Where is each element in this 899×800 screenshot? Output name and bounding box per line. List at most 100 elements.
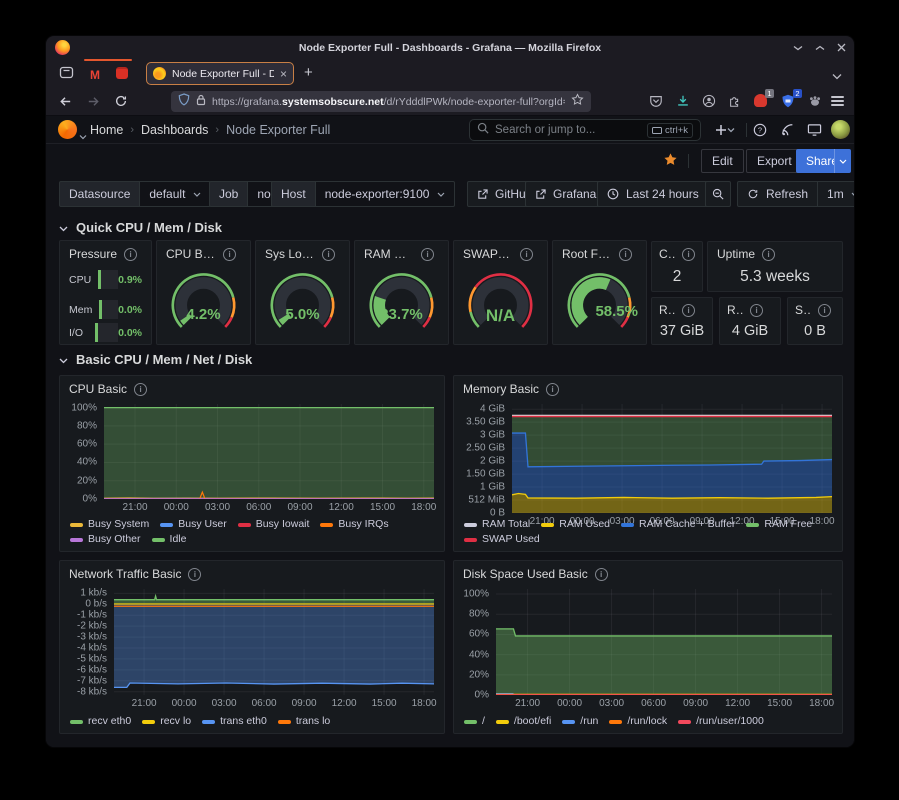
monitor-icon[interactable] bbox=[807, 123, 822, 142]
info-icon[interactable] bbox=[750, 304, 763, 317]
section-basic-cpu-mem-net-disk[interactable]: Basic CPU / Mem / Net / Disk bbox=[59, 351, 252, 367]
legend-item[interactable]: Busy Iowait bbox=[238, 517, 310, 532]
forward-icon[interactable] bbox=[86, 94, 101, 114]
info-icon[interactable] bbox=[595, 568, 608, 581]
legend-item[interactable]: trans lo bbox=[278, 714, 330, 729]
pinned-tab-gmail[interactable]: M bbox=[90, 66, 100, 84]
plot-area[interactable] bbox=[104, 404, 434, 499]
grafana-link-button[interactable]: Grafana bbox=[525, 181, 606, 207]
grafana-logo[interactable] bbox=[58, 120, 77, 139]
active-tab[interactable]: Node Exporter Full - Dashbo × bbox=[146, 62, 294, 85]
legend-item[interactable]: SWAP Used bbox=[464, 532, 540, 547]
add-icon[interactable] bbox=[714, 123, 736, 142]
edit-button[interactable]: Edit bbox=[701, 149, 744, 173]
info-icon[interactable] bbox=[762, 248, 775, 261]
panel-title[interactable]: RAM Total bbox=[727, 303, 743, 317]
info-icon[interactable] bbox=[223, 248, 236, 261]
info-icon[interactable] bbox=[682, 248, 695, 261]
info-icon[interactable] bbox=[682, 304, 695, 317]
chevron-down-icon[interactable] bbox=[79, 127, 87, 145]
tab-close-icon[interactable]: × bbox=[280, 69, 287, 79]
reload-icon[interactable] bbox=[114, 94, 128, 113]
info-icon[interactable] bbox=[619, 248, 632, 261]
panel-title[interactable]: Pressure bbox=[69, 247, 117, 261]
info-icon[interactable] bbox=[421, 248, 434, 261]
plot-area[interactable] bbox=[496, 589, 832, 695]
panel-title[interactable]: Sys Load bbox=[265, 247, 315, 261]
host-select[interactable]: node-exporter:9100 bbox=[316, 181, 456, 207]
breadcrumb-dashboards[interactable]: Dashboards bbox=[141, 123, 208, 137]
downloads-icon[interactable] bbox=[676, 94, 690, 113]
breadcrumb-home[interactable]: Home bbox=[90, 123, 123, 137]
lock-icon[interactable] bbox=[196, 93, 206, 111]
panel-title[interactable]: RootFS Total bbox=[659, 303, 675, 317]
extensions-icon[interactable] bbox=[728, 94, 742, 113]
info-icon[interactable] bbox=[322, 248, 335, 261]
legend-item[interactable]: RAM Cache + Buffer bbox=[621, 517, 735, 532]
info-icon[interactable] bbox=[188, 568, 201, 581]
url-text[interactable]: https://grafana.systemsobscure.net/d/rYd… bbox=[212, 96, 565, 108]
section-quick-cpu-mem-disk[interactable]: Quick CPU / Mem / Disk bbox=[59, 219, 222, 235]
panel-title[interactable]: CPU Busy bbox=[166, 247, 216, 261]
panel-title[interactable]: Network Traffic Basic bbox=[69, 567, 181, 581]
window-close-icon[interactable] bbox=[837, 43, 846, 52]
info-icon[interactable] bbox=[546, 383, 559, 396]
legend-item[interactable]: / bbox=[464, 714, 485, 729]
firefox-view-button[interactable] bbox=[59, 65, 74, 85]
url-bar[interactable]: https://grafana.systemsobscure.net/d/rYd… bbox=[171, 91, 591, 112]
panel-title[interactable]: Root FS Used bbox=[562, 247, 612, 261]
window-maximize-icon[interactable] bbox=[815, 44, 825, 52]
info-icon[interactable] bbox=[124, 248, 137, 261]
legend-item[interactable]: /run bbox=[562, 714, 598, 729]
legend-item[interactable]: recv lo bbox=[142, 714, 191, 729]
panel-title[interactable]: CPU Basic bbox=[69, 382, 127, 396]
legend-item[interactable]: /boot/efi bbox=[496, 714, 551, 729]
bookmark-star-icon[interactable] bbox=[571, 93, 584, 111]
legend-item[interactable]: Busy IRQs bbox=[320, 517, 388, 532]
pocket-icon[interactable] bbox=[649, 94, 663, 113]
search-input[interactable]: Search or jump to... ctrl+k bbox=[469, 119, 701, 141]
pinned-tab-app[interactable] bbox=[116, 67, 128, 79]
legend-item[interactable]: Busy Other bbox=[70, 532, 141, 547]
new-tab-button[interactable]: + bbox=[304, 63, 313, 83]
legend-item[interactable]: RAM Used bbox=[541, 517, 610, 532]
legend-item[interactable]: RAM Free bbox=[746, 517, 812, 532]
refresh-interval-select[interactable]: 1m bbox=[827, 187, 844, 201]
panel-title[interactable]: Memory Basic bbox=[463, 382, 539, 396]
refresh-button[interactable]: Refresh1m bbox=[737, 181, 855, 207]
panel-title[interactable]: SWAP Used bbox=[463, 247, 513, 261]
news-icon[interactable] bbox=[781, 123, 795, 142]
info-icon[interactable] bbox=[520, 248, 533, 261]
panel-title[interactable]: RAM Used bbox=[364, 247, 414, 261]
window-minimize-icon[interactable] bbox=[793, 44, 803, 52]
extension-shield-icon[interactable]: 2 bbox=[781, 94, 795, 113]
legend-item[interactable]: trans eth0 bbox=[202, 714, 267, 729]
help-icon[interactable]: ? bbox=[753, 123, 767, 142]
info-icon[interactable] bbox=[818, 304, 831, 317]
extension-misc-icon[interactable] bbox=[808, 94, 822, 113]
legend-item[interactable]: /run/user/1000 bbox=[678, 714, 764, 729]
zoom-out-button[interactable] bbox=[705, 181, 731, 207]
legend-item[interactable]: RAM Total bbox=[464, 517, 530, 532]
panel-title[interactable]: Disk Space Used Basic bbox=[463, 567, 588, 581]
account-icon[interactable] bbox=[702, 94, 716, 113]
tracking-shield-icon[interactable] bbox=[178, 93, 190, 111]
plot-area[interactable] bbox=[512, 404, 832, 513]
legend-item[interactable]: Idle bbox=[152, 532, 187, 547]
extension-red-icon[interactable]: 1 bbox=[754, 94, 767, 107]
legend-item[interactable]: Busy User bbox=[160, 517, 226, 532]
datasource-select[interactable]: default bbox=[140, 181, 211, 207]
favorite-star-icon[interactable] bbox=[663, 152, 678, 172]
panel-title[interactable]: Uptime bbox=[717, 247, 755, 261]
share-menu-chevron[interactable] bbox=[834, 149, 851, 173]
legend-item[interactable]: recv eth0 bbox=[70, 714, 131, 729]
info-icon[interactable] bbox=[134, 383, 147, 396]
window-titlebar[interactable]: Node Exporter Full - Dashboards - Grafan… bbox=[46, 36, 854, 59]
panel-title[interactable]: CPU Cores bbox=[659, 247, 675, 261]
plot-area[interactable] bbox=[114, 589, 434, 695]
menu-icon[interactable] bbox=[831, 96, 844, 107]
legend-item[interactable]: /run/lock bbox=[609, 714, 667, 729]
back-icon[interactable] bbox=[58, 94, 73, 114]
user-avatar[interactable] bbox=[831, 120, 850, 139]
list-tabs-chevron-icon[interactable] bbox=[832, 67, 842, 85]
